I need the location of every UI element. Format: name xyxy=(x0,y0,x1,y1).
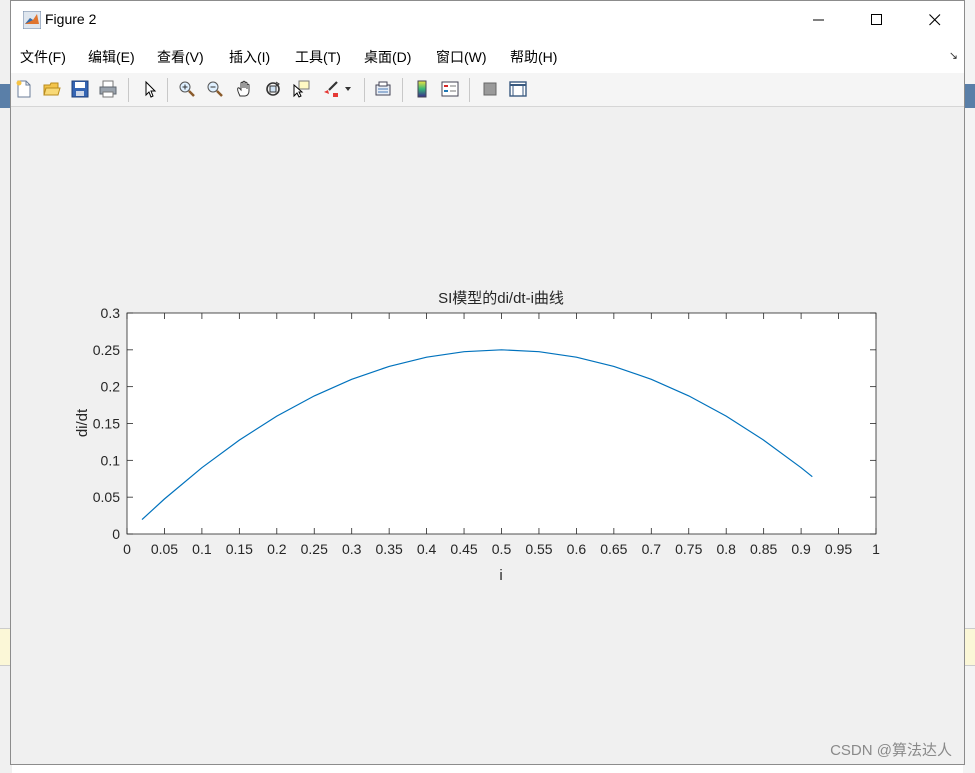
title-bar[interactable]: Figure 2 xyxy=(11,1,964,39)
maximize-icon xyxy=(871,14,882,25)
link-plot-icon xyxy=(375,81,391,96)
window-title: Figure 2 xyxy=(45,11,97,27)
x-tick-label: 0.95 xyxy=(825,541,852,557)
open-folder-icon xyxy=(43,82,61,96)
y-tick-label: 0.05 xyxy=(93,489,120,505)
zoom-out-icon xyxy=(207,81,223,97)
menu-edit[interactable]: 编辑(E) xyxy=(88,47,135,67)
toolbar-separator xyxy=(128,78,129,102)
minimize-button[interactable] xyxy=(790,1,848,39)
zoom-out-button[interactable] xyxy=(204,78,226,100)
x-tick-label: 0.85 xyxy=(750,541,777,557)
y-tick-label: 0.3 xyxy=(101,305,121,321)
rotate-3d-icon xyxy=(266,81,280,96)
x-tick-label: 0.35 xyxy=(376,541,403,557)
colorbar-icon xyxy=(417,80,427,98)
edit-plot-button[interactable] xyxy=(139,78,161,100)
x-tick-label: 0.5 xyxy=(492,541,512,557)
x-tick-label: 0.45 xyxy=(450,541,477,557)
undock-icon[interactable]: ↘ xyxy=(949,49,958,62)
axes-plot[interactable]: SI模型的di/dt-i曲线 i di/dt 0 0.05 0.1 0.15 0.2 0.… xyxy=(11,107,964,764)
toolbar-separator xyxy=(402,78,403,102)
show-plot-tools-icon xyxy=(509,81,527,97)
data-cursor-button[interactable] xyxy=(290,78,312,100)
printer-icon xyxy=(99,80,117,98)
chart-title: SI模型的di/dt-i曲线 xyxy=(438,290,564,307)
menu-bar: 文件(F) 编辑(E) 查看(V) 插入(I) 工具(T) 桌面(D) 窗口(W… xyxy=(11,39,964,73)
legend-icon xyxy=(441,81,459,97)
data-cursor-icon xyxy=(293,80,310,98)
figure-window: Figure 2 文件(F) 编辑(E) 查看(V) 插入(I) 工具(T) 桌… xyxy=(10,0,965,765)
x-tick-label: 0.3 xyxy=(342,541,362,557)
menu-window[interactable]: 窗口(W) xyxy=(436,47,487,67)
link-plot-button[interactable] xyxy=(372,78,394,100)
menu-insert[interactable]: 插入(I) xyxy=(229,47,270,67)
zoom-in-button[interactable] xyxy=(176,78,198,100)
brush-icon xyxy=(324,81,338,97)
hide-plot-tools-button[interactable] xyxy=(479,78,501,100)
axes-background xyxy=(126,312,877,535)
toolbar-separator xyxy=(364,78,365,102)
close-icon xyxy=(929,14,941,26)
x-tick-label: 1 xyxy=(872,541,880,557)
open-file-button[interactable] xyxy=(41,78,63,100)
menu-file[interactable]: 文件(F) xyxy=(20,47,66,67)
insert-colorbar-button[interactable] xyxy=(411,78,433,100)
watermark-text: CSDN @算法达人 xyxy=(830,742,952,759)
hand-pan-icon xyxy=(237,80,250,97)
new-document-icon xyxy=(16,80,31,98)
menu-help[interactable]: 帮助(H) xyxy=(510,47,557,67)
x-tick-label: 0.55 xyxy=(525,541,552,557)
y-tick-label: 0.1 xyxy=(101,452,121,468)
pointer-arrow-icon xyxy=(145,80,157,98)
y-axis-label: di/dt xyxy=(74,408,91,437)
rotate-3d-button[interactable] xyxy=(262,78,284,100)
brush-dropdown-button[interactable] xyxy=(341,78,355,100)
toolbar-separator xyxy=(469,78,470,102)
zoom-in-icon xyxy=(179,81,195,97)
y-tick-label: 0.15 xyxy=(93,416,120,432)
hide-plot-tools-icon xyxy=(483,82,497,96)
y-tick-label: 0.2 xyxy=(101,379,121,395)
chevron-down-icon xyxy=(345,87,351,91)
pan-button[interactable] xyxy=(233,78,255,100)
menu-view[interactable]: 查看(V) xyxy=(157,47,204,67)
x-tick-label: 0.15 xyxy=(226,541,253,557)
x-tick-label: 0.4 xyxy=(417,541,437,557)
save-button[interactable] xyxy=(69,78,91,100)
save-disk-icon xyxy=(71,80,89,98)
toolbar-separator xyxy=(167,78,168,102)
x-tick-label: 0.8 xyxy=(716,541,736,557)
x-tick-label: 0.05 xyxy=(151,541,178,557)
show-plot-tools-button[interactable] xyxy=(507,78,529,100)
maximize-button[interactable] xyxy=(848,1,906,39)
insert-legend-button[interactable] xyxy=(439,78,461,100)
y-tick-label: 0.25 xyxy=(93,342,120,358)
new-figure-button[interactable] xyxy=(13,78,35,100)
menu-tools[interactable]: 工具(T) xyxy=(295,47,341,67)
x-axis-label: i xyxy=(499,567,502,584)
x-tick-label: 0.2 xyxy=(267,541,287,557)
print-button[interactable] xyxy=(97,78,119,100)
x-tick-label: 0 xyxy=(123,541,131,557)
figure-toolbar xyxy=(11,73,964,107)
close-button[interactable] xyxy=(906,1,964,39)
x-tick-label: 0.65 xyxy=(600,541,627,557)
matlab-logo-icon xyxy=(23,11,41,29)
x-tick-label: 0.25 xyxy=(301,541,328,557)
brush-button[interactable] xyxy=(319,78,341,100)
x-tick-label: 0.9 xyxy=(791,541,811,557)
minimize-icon xyxy=(813,19,824,21)
menu-desktop[interactable]: 桌面(D) xyxy=(364,47,411,67)
x-tick-label: 0.1 xyxy=(192,541,212,557)
x-tick-label: 0.7 xyxy=(642,541,662,557)
figure-canvas[interactable]: SI模型的di/dt-i曲线 i di/dt 0 0.05 0.1 0.15 0.2 0.… xyxy=(11,107,964,764)
y-tick-label: 0 xyxy=(112,526,120,542)
x-tick-label: 0.6 xyxy=(567,541,587,557)
x-tick-label: 0.75 xyxy=(675,541,702,557)
